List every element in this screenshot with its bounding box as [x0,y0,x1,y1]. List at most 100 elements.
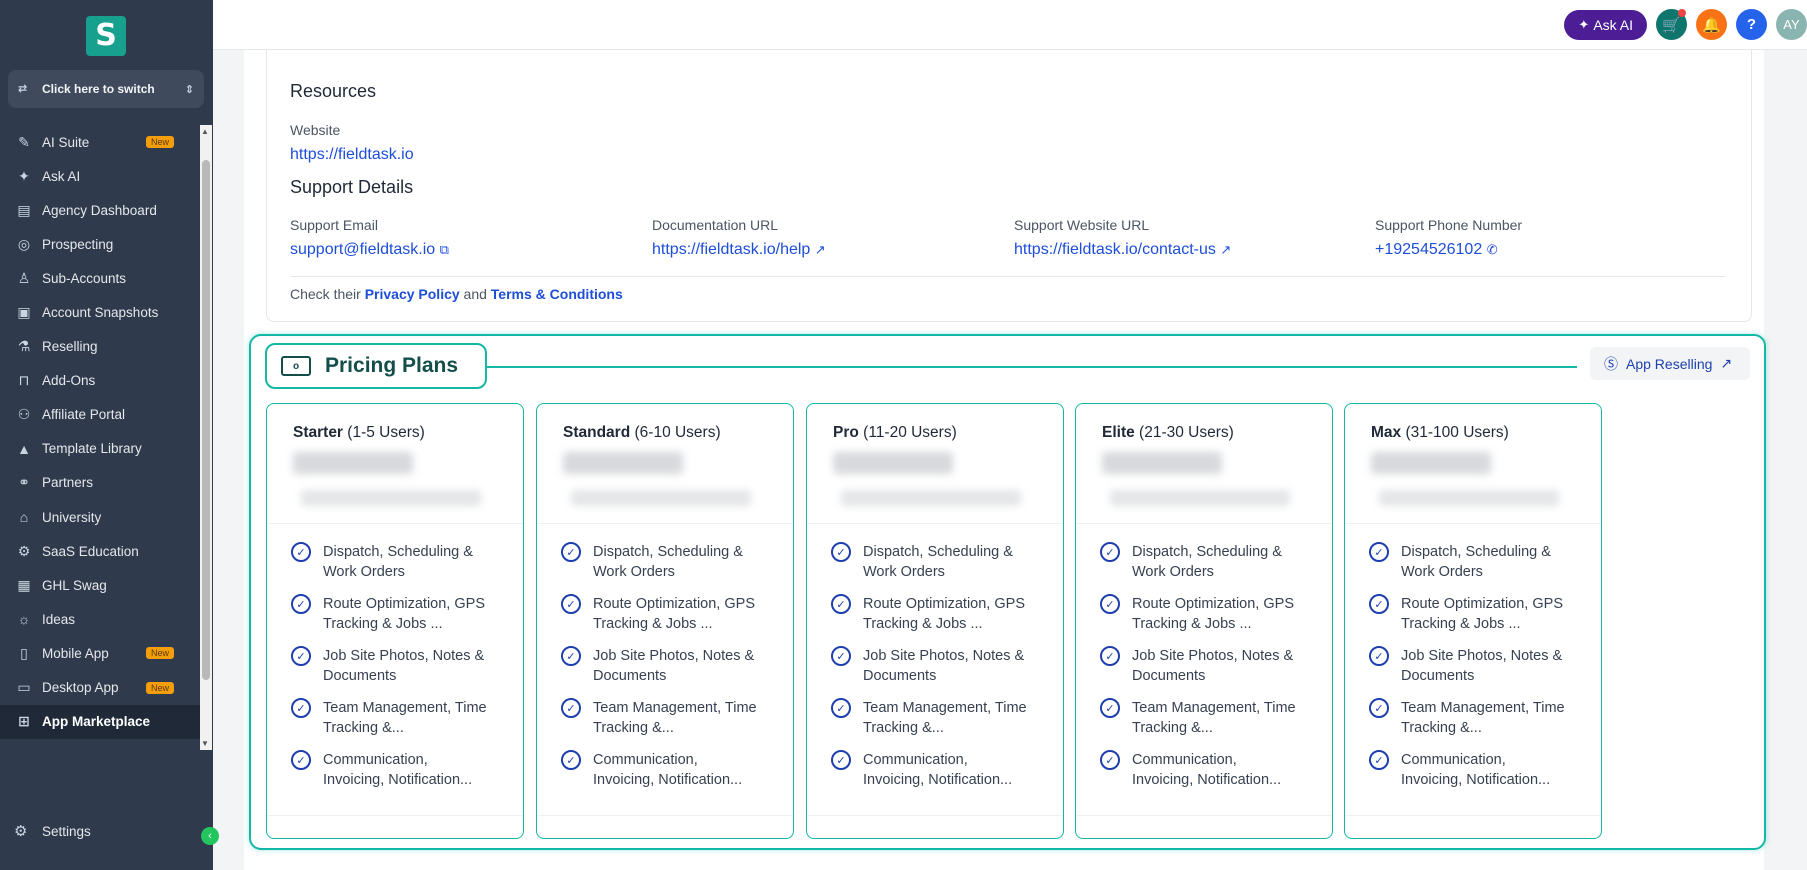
sidebar-item-ai-suite[interactable]: ✎ AI Suite New [0,125,200,159]
docs-url-link[interactable]: https://fieldtask.io/help ↗ [652,241,826,259]
app-reselling-label: App Reselling [1626,355,1713,372]
sidebar-item-university[interactable]: ⌂ University [0,500,200,534]
gear-icon: ⚙ [14,823,28,840]
switch-icon: ⇄ [18,83,28,95]
plan-card-elite[interactable]: Elite (21-30 Users) ✓ Dispatch, Scheduling… [1075,403,1333,839]
shapes-icon: ▲ [17,440,31,457]
plan-header: Standard (6-10 Users) [537,404,793,524]
support-email-link[interactable]: support@fieldtask.io ⧉ [290,241,449,259]
question-icon: ? [1746,16,1757,33]
feature-item: ✓ Communication, Invoicing, Notification.… [1100,750,1310,802]
plan-header: Elite (21-30 Users) [1076,404,1332,524]
check-circle-icon: ✓ [831,750,851,770]
feature-item: ✓ Dispatch, Scheduling & Work Orders [561,542,771,594]
feature-text: Dispatch, Scheduling & Work Orders [1132,544,1282,580]
plan-card-starter[interactable]: Starter (1-5 Users) ✓ Dispatch, Scheduling… [266,403,524,839]
sidebar-item-partners[interactable]: ⚭ Partners [0,466,200,500]
plan-card-standard[interactable]: Standard (6-10 Users) ✓ Dispatch, Scheduli… [536,403,794,839]
check-circle-icon: ✓ [1100,750,1120,770]
sidebar-item-label: Add-Ons [42,373,96,389]
resources-card [266,50,1752,322]
avatar-initials: AY [1783,17,1800,32]
feature-item: ✓ Dispatch, Scheduling & Work Orders [831,542,1041,594]
sidebar-item-sub-accounts[interactable]: ♙ Sub-Accounts [0,261,200,295]
feature-item: ✓ Dispatch, Scheduling & Work Orders [1100,542,1310,594]
settings-label: Settings [42,823,91,839]
sidebar-scrollbar[interactable]: ▲ ▼ [200,125,212,750]
plan-subprice-blurred [301,490,481,506]
plan-name: Pro (11-20 Users) [833,424,957,442]
user-icon: ♙ [17,269,31,286]
new-badge: New [145,136,174,149]
sidebar-item-label: Account Snapshots [42,305,159,321]
sidebar-item-agency-dashboard[interactable]: ▤ Agency Dashboard [0,193,200,227]
docs-url-value: https://fieldtask.io/help [652,241,811,258]
feature-item: ✓ Communication, Invoicing, Notification.… [291,750,501,802]
feature-item: ✓ Team Management, Time Tracking &... [1369,698,1579,750]
scrollbar-thumb[interactable] [202,160,210,680]
feature-text: Team Management, Time Tracking &... [1132,700,1296,736]
bag-icon: ⊓ [18,372,30,389]
marketplace-cart-button[interactable]: 🛒 [1656,9,1687,40]
docs-url-label: Documentation URL [652,217,779,233]
support-website-link[interactable]: https://fieldtask.io/contact-us ↗ [1014,241,1231,259]
sidebar-item-add-ons[interactable]: ⊓ Add-Ons [0,364,200,398]
sidebar-item-desktop-app[interactable]: ▭ Desktop App New [0,671,200,705]
feature-text: Route Optimization, GPS Tracking & Jobs … [863,596,1025,632]
sidebar-item-label: University [42,509,102,525]
brand-logo[interactable]: S [86,16,126,56]
collapse-sidebar-button[interactable]: ‹ [201,827,219,845]
check-circle-icon: ✓ [831,542,851,562]
sidebar-item-ask-ai[interactable]: ✦ Ask AI [0,159,200,193]
top-bar: ✦ Ask AI 🛒 🔔 ? AY [213,0,1807,50]
new-badge: New [145,681,174,694]
copy-icon[interactable]: ⧉ [440,242,449,257]
sidebar-item-affiliate-portal[interactable]: ⚇ Affiliate Portal [0,398,200,432]
plan-card-pro[interactable]: Pro (11-20 Users) ✓ Dispatch, Scheduling &… [806,403,1064,839]
feature-item: ✓ Communication, Invoicing, Notification.… [1369,750,1579,802]
check-circle-icon: ✓ [1369,698,1389,718]
plan-users: (1-5 Users) [347,424,425,441]
sparkles-icon: ✦ [1578,16,1590,32]
avatar[interactable]: AY [1776,9,1807,40]
app-reselling-button[interactable]: Ⓢ App Reselling ↗ [1590,347,1750,380]
plan-card-max[interactable]: Max (31-100 Users) ✓ Dispatch, Scheduling … [1344,403,1602,839]
scroll-up-icon[interactable]: ▲ [201,127,209,136]
terms-link[interactable]: Terms & Conditions [491,286,623,302]
grid-icon: ⊞ [18,713,30,730]
feature-item: ✓ Route Optimization, GPS Tracking & Jobs… [291,594,501,646]
ask-ai-button[interactable]: ✦ Ask AI [1564,9,1647,40]
sidebar-item-prospecting[interactable]: ◎ Prospecting [0,227,200,261]
check-circle-icon: ✓ [1369,750,1389,770]
sidebar-item-reselling[interactable]: ⚗ Reselling [0,330,200,364]
support-website-label: Support Website URL [1014,217,1150,233]
top-actions: ✦ Ask AI 🛒 🔔 ? AY [1564,9,1807,40]
sidebar-item-app-marketplace[interactable]: ⊞ App Marketplace [0,704,200,739]
sidebar-item-settings[interactable]: ⚙ Settings [14,822,91,840]
check-circle-icon: ✓ [1369,542,1389,562]
plan-features: ✓ Dispatch, Scheduling & Work Orders ✓ Rout… [831,542,1041,802]
feature-text: Job Site Photos, Notes & Documents [1401,648,1563,684]
support-heading: Support Details [290,177,414,197]
sidebar-item-template-library[interactable]: ▲ Template Library [0,432,200,466]
sidebar-item-saas-education[interactable]: ⚙ SaaS Education [0,534,200,568]
sidebar-item-ideas[interactable]: ☼ Ideas [0,602,200,636]
notifications-button[interactable]: 🔔 [1696,9,1727,40]
support-phone-link[interactable]: +19254526102 ✆ [1375,241,1498,259]
check-circle-icon: ✓ [291,698,311,718]
scroll-down-icon[interactable]: ▼ [201,739,209,748]
sidebar-item-mobile-app[interactable]: ▯ Mobile App New [0,636,200,670]
feature-text: Job Site Photos, Notes & Documents [593,648,755,684]
feature-text: Dispatch, Scheduling & Work Orders [323,544,473,580]
plan-price-blurred [563,452,683,474]
privacy-policy-link[interactable]: Privacy Policy [365,286,460,302]
feature-text: Route Optimization, GPS Tracking & Jobs … [593,596,755,632]
graduation-cap-icon: ⌂ [19,509,29,526]
website-link[interactable]: https://fieldtask.io [290,146,414,164]
sidebar-item-ghl-swag[interactable]: ▦ GHL Swag [0,568,200,602]
account-switcher[interactable]: ⇄ Click here to switch ⇕ [8,70,204,108]
help-button[interactable]: ? [1736,9,1767,40]
sidebar-item-account-snapshots[interactable]: ▣ Account Snapshots [0,295,200,329]
chevron-updown-icon: ⇕ [184,83,194,96]
sidebar-item-label: Reselling [42,339,98,355]
